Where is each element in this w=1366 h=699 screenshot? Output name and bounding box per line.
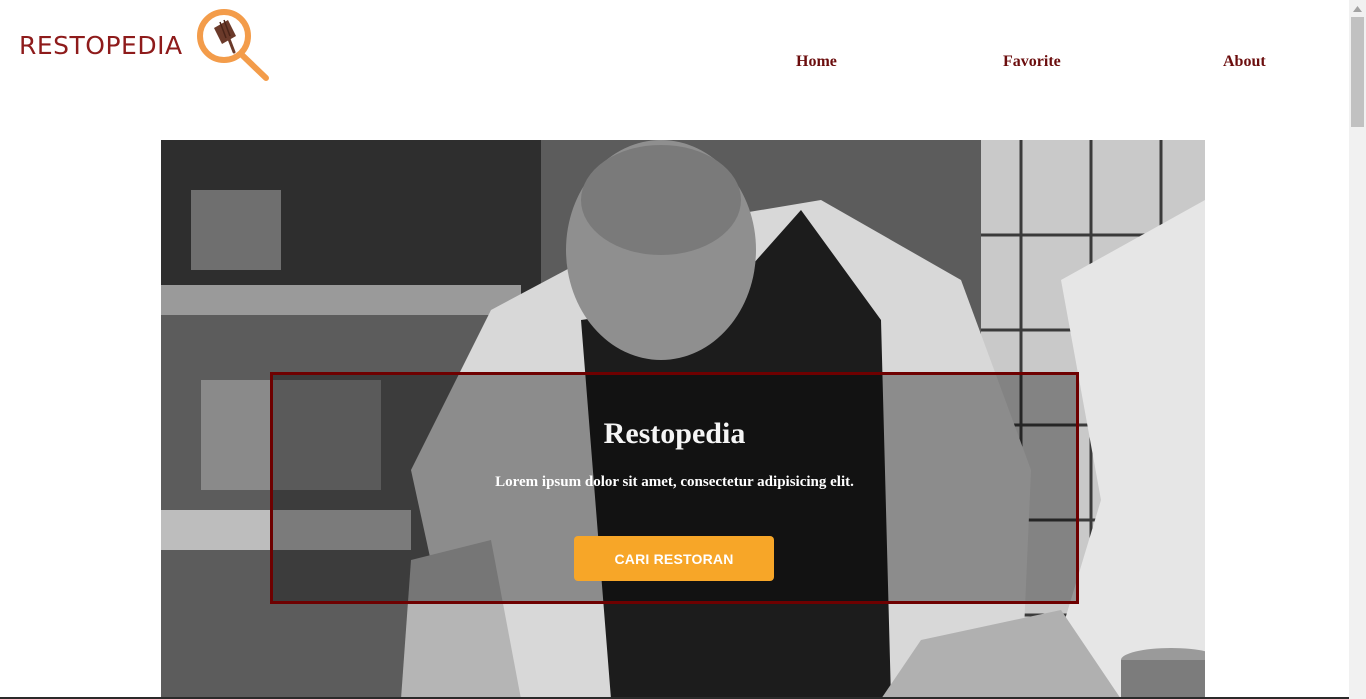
vertical-scrollbar[interactable] [1349,0,1366,699]
main-nav: Home Favorite About [0,53,1349,75]
nav-home-link[interactable]: Home [796,53,837,71]
site-header: RESTOPEDIA Home Favorite About [0,0,1349,140]
nav-favorite-link[interactable]: Favorite [1003,53,1061,71]
find-restaurant-button[interactable]: CARI RESTORAN [574,536,774,581]
hero-banner: Restopedia Lorem ipsum dolor sit amet, c… [161,140,1205,699]
hero-subtitle: Lorem ipsum dolor sit amet, consectetur … [495,474,854,490]
hero-title: Restopedia [603,417,746,450]
nav-about-link[interactable]: About [1223,53,1266,71]
hero-content-box: Restopedia Lorem ipsum dolor sit amet, c… [270,372,1079,604]
scrollbar-thumb[interactable] [1351,17,1364,127]
scroll-up-icon[interactable] [1349,0,1366,17]
